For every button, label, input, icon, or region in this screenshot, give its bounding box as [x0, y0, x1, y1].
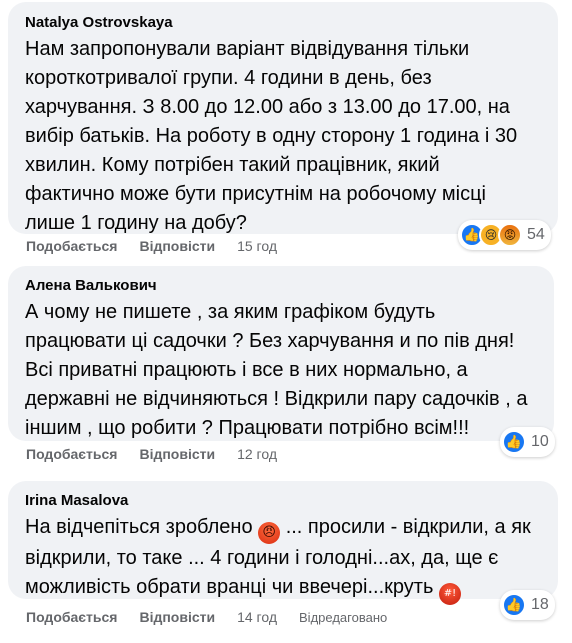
- reply-link[interactable]: Відповісти: [139, 238, 215, 254]
- reaction-summary[interactable]: 👍 10: [500, 427, 555, 457]
- reaction-count: 54: [527, 226, 545, 243]
- comment-author[interactable]: Natalya Ostrovskaya: [25, 13, 546, 33]
- comment-text: На відчепіться зроблено 😠 ... просили - …: [25, 513, 546, 605]
- like-reaction-icon: 👍: [502, 430, 526, 454]
- like-link[interactable]: Подобається: [26, 446, 117, 462]
- comment-timestamp[interactable]: 14 год: [237, 609, 277, 625]
- angry-face-emoji-icon: 😠: [258, 522, 281, 544]
- reaction-summary[interactable]: 👍 18: [500, 590, 555, 620]
- comment-text-part: На відчепіться зроблено: [25, 516, 259, 538]
- like-link[interactable]: Подобається: [26, 609, 117, 625]
- reaction-count: 10: [531, 433, 549, 450]
- comment-bubble: Natalya Ostrovskaya Нам запропонували ва…: [8, 2, 558, 234]
- comment-actions: Подобається Відповісти 14 год Відредагов…: [26, 607, 387, 627]
- reply-link[interactable]: Відповісти: [139, 609, 215, 625]
- comment-actions: Подобається Відповісти 15 год: [26, 236, 299, 256]
- comment-actions: Подобається Відповісти 12 год: [26, 444, 299, 464]
- like-reaction-icon: 👍: [502, 593, 526, 617]
- comment-author[interactable]: Irina Masalova: [25, 491, 546, 511]
- comment-bubble: Алена Валькович А чому не пишете , за як…: [8, 266, 554, 441]
- comment-text: А чому не пишете , за яким графіком буду…: [25, 301, 528, 439]
- reaction-summary[interactable]: 👍 😢 😡 54: [458, 220, 551, 250]
- comment-author[interactable]: Алена Валькович: [25, 276, 542, 296]
- comment-bubble: Irina Masalova На відчепіться зроблено 😠…: [8, 481, 558, 605]
- angry-reaction-icon: 😡: [498, 223, 522, 247]
- comment-timestamp[interactable]: 12 год: [237, 446, 277, 462]
- face-with-symbols-emoji-icon: #!: [438, 583, 461, 605]
- like-link[interactable]: Подобається: [26, 238, 117, 254]
- comment-timestamp[interactable]: 15 год: [237, 238, 277, 254]
- comment-text: Нам запропонували варіант відвідування т…: [25, 38, 518, 234]
- edited-label[interactable]: Відредаговано: [299, 610, 387, 625]
- reply-link[interactable]: Відповісти: [139, 446, 215, 462]
- reaction-count: 18: [531, 596, 549, 613]
